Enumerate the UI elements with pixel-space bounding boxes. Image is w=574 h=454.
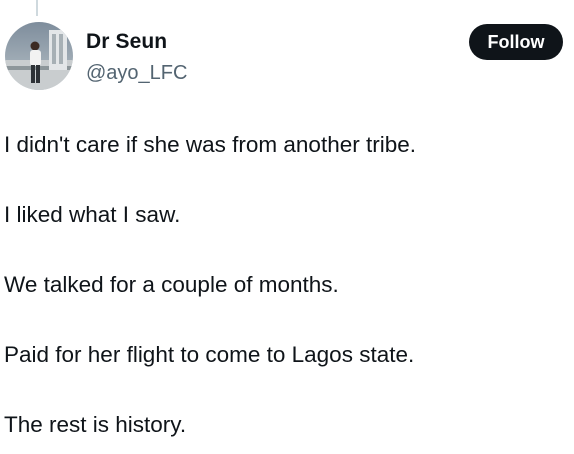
- tweet-paragraph: I didn't care if she was from another tr…: [4, 132, 416, 157]
- tweet-paragraph: Paid for her flight to come to Lagos sta…: [4, 342, 415, 367]
- thread-connector-line: [36, 0, 38, 16]
- tweet-paragraph: I liked what I saw.: [4, 202, 181, 227]
- author-display-name[interactable]: Dr Seun: [86, 29, 167, 55]
- follow-button[interactable]: Follow: [469, 24, 563, 60]
- avatar[interactable]: [5, 22, 73, 90]
- tweet-paragraph: The rest is history.: [4, 412, 187, 437]
- tweet-card: Dr Seun @ayo_LFC Follow I didn't care if…: [0, 0, 574, 454]
- tweet-body: I didn't care if she was from another tr…: [4, 126, 564, 454]
- profile-photo-icon: [5, 22, 73, 90]
- tweet-paragraph: We talked for a couple of months.: [4, 272, 339, 297]
- author-handle[interactable]: @ayo_LFC: [86, 61, 187, 85]
